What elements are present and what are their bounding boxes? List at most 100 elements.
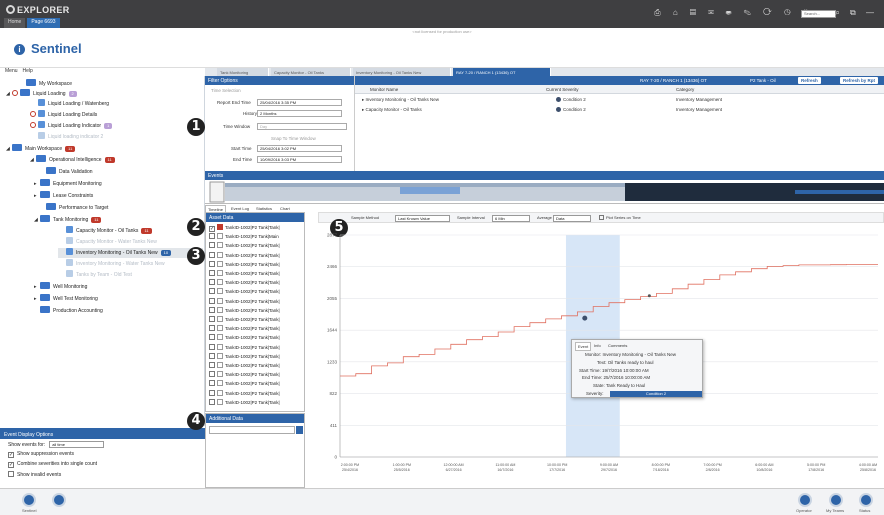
- average-select[interactable]: Data: [553, 215, 591, 222]
- asset-row[interactable]: TankID-1002|P2 Tank|Tank|: [209, 398, 280, 408]
- tab-home[interactable]: Home: [4, 18, 26, 28]
- tree-node[interactable]: Data Validation: [46, 167, 93, 177]
- doc-tab[interactable]: Tank Monitoring: [217, 68, 269, 76]
- tree-node[interactable]: ▸ Well Monitoring: [34, 282, 87, 292]
- tip-tab-event[interactable]: Event: [575, 342, 592, 351]
- checkbox-checked[interactable]: ✓: [209, 226, 215, 232]
- column-header[interactable]: Category: [673, 85, 884, 94]
- checkbox[interactable]: [209, 362, 215, 368]
- asset-row[interactable]: TankID-1002|P2 Tank|Tank|: [209, 343, 280, 353]
- option-row[interactable]: ✓ Show suppression events: [0, 449, 205, 459]
- tree-node-selected[interactable]: Inventory Monitoring - Oil Tanks New 10: [58, 248, 203, 258]
- asset-row[interactable]: TankID-1002|P2 Tank|Tank|: [209, 325, 280, 334]
- checkbox[interactable]: [209, 389, 215, 396]
- tree-node[interactable]: Liquid loading indicator 2: [38, 132, 103, 142]
- checkbox[interactable]: [209, 251, 215, 258]
- doc-tab-active[interactable]: RAY 7-20 / RANCH 1 (13436) OT: [453, 68, 551, 76]
- tree-node[interactable]: Capacity Monitor - Oil Tanks 11: [66, 226, 152, 236]
- event-timeline[interactable]: [205, 180, 884, 204]
- option-row[interactable]: Show invalid events: [0, 469, 205, 479]
- tree-node[interactable]: Tanks by Team - Old Test: [66, 270, 132, 280]
- menu-item-help[interactable]: Help: [23, 68, 33, 74]
- tree-node[interactable]: ▸ Well Test Monitoring: [34, 294, 98, 304]
- asset-row[interactable]: TankID-1002|P2 Tank|Tank|: [209, 362, 280, 371]
- checkbox[interactable]: [8, 471, 14, 477]
- checkbox[interactable]: [209, 334, 215, 341]
- checkbox[interactable]: [209, 343, 215, 350]
- start-time-field[interactable]: 25/04/2016 3:02 PM: [257, 145, 342, 152]
- status-button[interactable]: [859, 493, 873, 507]
- history-select[interactable]: 2 Months: [257, 110, 342, 117]
- my-teams-button[interactable]: [829, 493, 843, 507]
- asset-row[interactable]: ✓ TankID-1002|P2 Tank|Tank|: [209, 224, 280, 233]
- checkbox[interactable]: [599, 215, 604, 220]
- asset-row[interactable]: TankID-1002|P2 Tank|Tank|: [209, 260, 280, 270]
- checkbox[interactable]: [209, 288, 215, 295]
- tree-node[interactable]: Inventory Monitoring - Water Tanks New: [66, 259, 165, 269]
- checkbox[interactable]: [209, 352, 215, 359]
- checkbox[interactable]: [209, 279, 215, 286]
- tree-node[interactable]: Production Accounting: [40, 306, 103, 316]
- checkbox[interactable]: [209, 306, 215, 313]
- monitor-name-cell[interactable]: ▸ Capacity Monitor - Oil Tanks: [359, 105, 425, 114]
- column-header[interactable]: Monitor Name: [355, 85, 543, 94]
- asset-row[interactable]: TankID-1002|P2 Tank|Tank|: [209, 352, 280, 362]
- asset-row[interactable]: TankID-1002|P2 Tank|Tank|: [209, 251, 280, 261]
- checkbox-checked[interactable]: ✓: [8, 462, 14, 468]
- tree-node[interactable]: Capacity Monitor - Water Tanks New: [66, 237, 157, 247]
- sentinel-button[interactable]: [22, 493, 36, 507]
- sample-interval-select[interactable]: 6 Min: [492, 215, 530, 222]
- tree-node[interactable]: ◢ Main Workspace 11: [6, 144, 76, 154]
- checkbox[interactable]: [209, 297, 215, 304]
- additional-input[interactable]: [209, 426, 295, 434]
- checkbox[interactable]: [209, 380, 215, 387]
- checkbox[interactable]: [209, 371, 215, 378]
- checkbox[interactable]: [209, 325, 215, 332]
- show-events-select[interactable]: all time: [49, 441, 105, 448]
- toolbar-icons[interactable]: ⎙ ⌂ ▤ ✉ ⛂ ✎ ⟳ ◷ ⚙: [654, 8, 814, 18]
- tab-event-log[interactable]: Event Log: [229, 205, 251, 212]
- sample-method-select[interactable]: Last Known Value: [395, 215, 450, 222]
- tree-node[interactable]: Liquid Loading / Watenberg: [38, 99, 109, 109]
- time-window-select[interactable]: Day: [257, 123, 347, 130]
- doc-tab[interactable]: Capacity Monitor - Oil Tanks: [271, 68, 351, 76]
- search-input[interactable]: Search...: [801, 10, 836, 18]
- asset-row[interactable]: TankID-1002|P2 Tank|Tank|: [209, 371, 280, 380]
- monitor-name-cell[interactable]: ▸ Inventory Monitoring - Oil Tanks New: [359, 95, 442, 104]
- tab-chart[interactable]: Chart: [278, 205, 292, 212]
- end-time-field[interactable]: 10/09/2016 3:03 PM: [257, 156, 342, 163]
- option-row[interactable]: ✓ Combine severities into single count: [0, 459, 205, 469]
- checkbox[interactable]: [209, 260, 215, 267]
- asset-row[interactable]: TankID-1002|P2 Tank|Tank|: [209, 389, 280, 399]
- asset-row[interactable]: TankID-1002|P2 Tank|Tank|: [209, 380, 280, 389]
- doc-tab[interactable]: Inventory Monitoring - Oil Tanks New: [353, 68, 451, 76]
- tab-statistics[interactable]: Statistics: [254, 205, 274, 212]
- tree-node[interactable]: ▸ Lease Constraints: [34, 191, 93, 201]
- operator-button[interactable]: [798, 493, 812, 507]
- refresh-by-button[interactable]: Refresh by Rpt: [840, 77, 879, 84]
- timeline-handle[interactable]: [209, 181, 225, 203]
- timeline-event[interactable]: [400, 187, 460, 194]
- menu-item-menu[interactable]: Menu: [5, 68, 18, 74]
- checkbox[interactable]: [209, 270, 215, 276]
- timeline-event[interactable]: [795, 190, 884, 194]
- asset-row[interactable]: TankID-1002|P2 Tank|Tank|: [209, 297, 280, 307]
- asset-row[interactable]: TankID-1002|P2 Tank|Tank|: [209, 288, 280, 297]
- asset-row[interactable]: TankID-1002|P2 Tank|Tank|: [209, 316, 280, 325]
- checkbox[interactable]: [209, 233, 215, 240]
- tree-node[interactable]: ◢ Tank Monitoring 11: [34, 215, 102, 225]
- checkbox[interactable]: [209, 242, 215, 249]
- asset-row[interactable]: TankID-1002|P2 Tank|Tank|: [209, 279, 280, 288]
- asset-row[interactable]: TankID-1002|P2 Tank|Main: [209, 233, 279, 242]
- tree-node[interactable]: Liquid Loading Indicator 1: [30, 121, 113, 131]
- tree-node[interactable]: Liquid Loading Details: [30, 110, 97, 120]
- tree-node[interactable]: ◢ Liquid Loading 2: [6, 89, 77, 99]
- tree-node[interactable]: ▸ Equipment Monitoring: [34, 179, 102, 189]
- refresh-button[interactable]: Refresh: [798, 77, 821, 84]
- asset-row[interactable]: TankID-1002|P2 Tank|Tank|: [209, 334, 280, 343]
- snap-label[interactable]: Snap To Time Window: [271, 136, 316, 141]
- stop-button[interactable]: [52, 493, 66, 507]
- asset-row[interactable]: TankID-1002|P2 Tank|Tank|: [209, 270, 280, 279]
- add-button[interactable]: [296, 426, 303, 434]
- checkbox-checked[interactable]: ✓: [8, 452, 14, 458]
